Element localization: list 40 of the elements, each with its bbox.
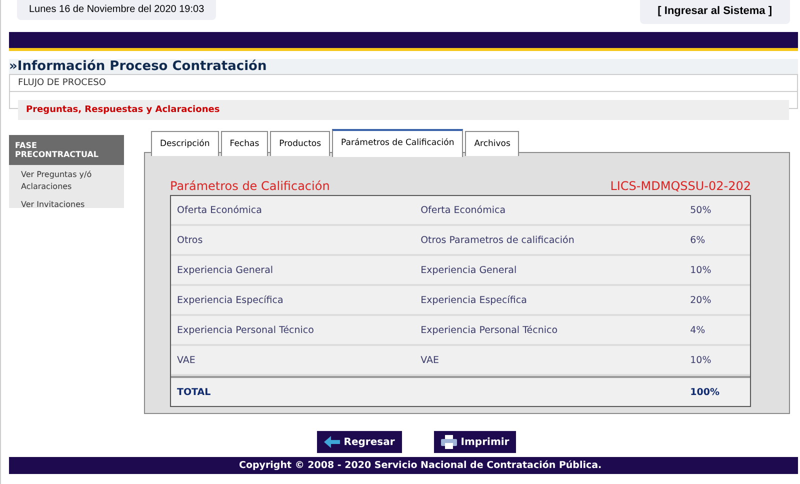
sidebar-header: FASE PRECONTRACTUAL [9,135,124,165]
panel-title: Parámetros de Calificación [170,179,330,193]
flow-label: FLUJO DE PROCESO [10,75,797,92]
table-cell-text: Experiencia Personal Técnico [420,324,559,336]
table-cell-text: VAE [420,354,440,366]
back-button[interactable]: Regresar [316,431,402,453]
page-title: »Información Proceso Contratación [9,59,798,74]
table-cell-text: Experiencia Específica [420,294,528,306]
printer-icon [440,435,457,449]
footer-text: Copyright © 2008 - 2020 Servicio Nacional de Contratación Pública. [9,457,798,474]
tab[interactable]: Fechas [220,131,268,156]
table-cell-text: Experiencia Personal Técnico [176,324,315,336]
login-link[interactable]: [ Ingresar al Sistema ] [640,0,790,24]
table-cell-text: Experiencia Específica [176,294,284,306]
table-cell-text: 10% [689,354,712,366]
process-code: LICS-MDMQSSU-02-202 [610,179,751,193]
tab[interactable]: Archivos [465,131,520,156]
total-label: TOTAL [176,386,212,398]
sidebar-link[interactable]: Ver Preguntas y/ó Aclaraciones [9,165,124,195]
table-cell-text: 50% [689,204,712,216]
table-cell-text: Experiencia General [420,264,518,276]
sidebar-link[interactable]: Ver Invitaciones [9,195,124,213]
section-heading: Preguntas, Respuestas y Aclaraciones [18,100,789,120]
table-cell-text: VAE [176,354,196,366]
table-cell-text: Oferta Económica [176,204,263,216]
table-cell-text: Otros [176,234,204,246]
table-cell-text: 20% [689,294,712,306]
table-cell-text: Experiencia General [176,264,274,276]
tab[interactable]: Descripción [151,131,219,156]
tab[interactable]: Parámetros de Calificación [332,129,464,157]
table-cell-text: 10% [689,264,712,276]
table-cell-text: Otros Parametros de calificación [420,234,576,246]
date-label: Lunes 16 de Noviembre del 2020 19:03 [17,0,216,20]
table-cell-text: 6% [689,234,706,246]
arrow-left-icon [324,436,340,448]
total-value: 100% [689,386,720,398]
tab[interactable]: Productos [270,131,330,156]
table-cell-text: 4% [689,324,706,336]
table-cell-text: Oferta Económica [420,204,507,216]
print-button[interactable]: Imprimir [434,431,516,453]
